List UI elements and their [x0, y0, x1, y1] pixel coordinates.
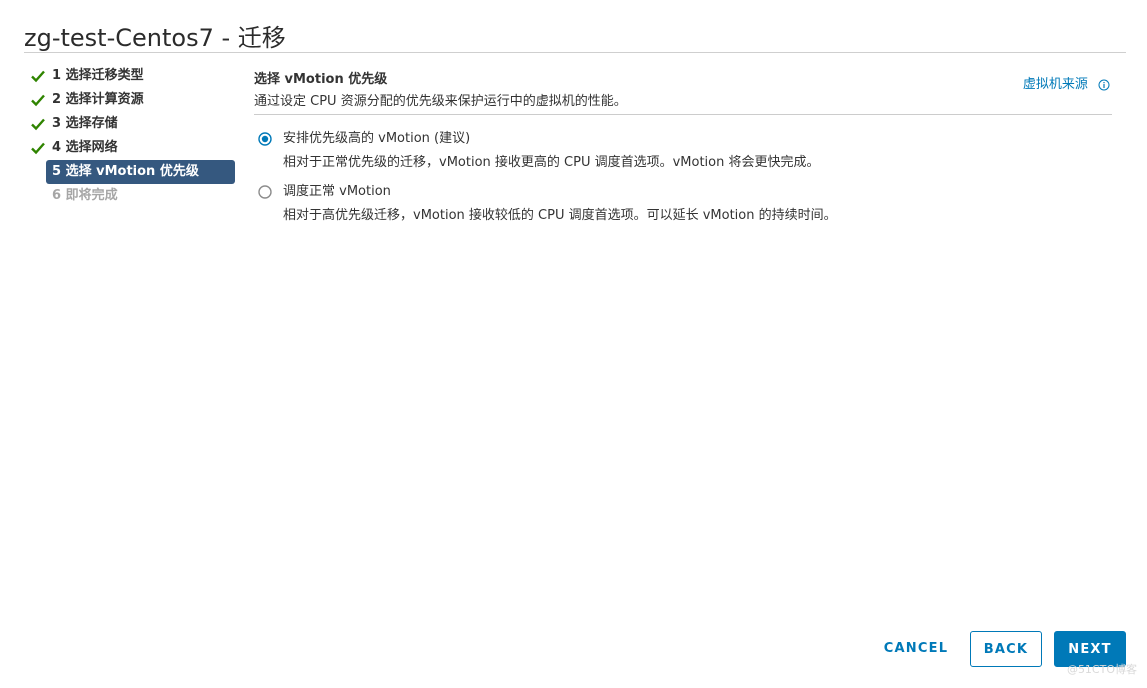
check-icon: [31, 118, 45, 131]
section-description: 通过设定 CPU 资源分配的优先级来保护运行中的虚拟机的性能。: [254, 94, 627, 109]
option-label[interactable]: 调度正常 vMotion: [283, 183, 391, 201]
step-label: 4 选择网络: [52, 140, 118, 155]
step-label: 6 即将完成: [52, 188, 118, 203]
option-label[interactable]: 安排优先级高的 vMotion (建议): [283, 130, 470, 148]
step-label: 2 选择计算资源: [52, 92, 144, 107]
section-title: 选择 vMotion 优先级: [254, 72, 388, 87]
step-label: 5 选择 vMotion 优先级: [52, 164, 199, 179]
dialog-title: zg-test-Centos7 - 迁移: [24, 24, 286, 52]
check-icon: [31, 70, 45, 83]
cancel-button[interactable]: CANCEL: [876, 631, 956, 667]
step-label: 3 选择存储: [52, 116, 118, 131]
check-icon: [31, 142, 45, 155]
vm-origin-label: 虚拟机来源: [1022, 77, 1088, 92]
option-description: 相对于高优先级迁移，vMotion 接收较低的 CPU 调度首选项。可以延长 v…: [283, 208, 837, 223]
title-divider: [24, 52, 1126, 53]
option-description: 相对于正常优先级的迁移，vMotion 接收更高的 CPU 调度首选项。vMot…: [283, 155, 820, 170]
migrate-dialog: zg-test-Centos7 - 迁移 1 选择迁移类型 2 选择计算资源 3…: [0, 0, 1147, 688]
step-ready-to-complete: 6 即将完成: [28, 184, 238, 208]
watermark: @51CTO博客: [1066, 663, 1137, 676]
vm-origin-link[interactable]: 虚拟机来源: [1023, 73, 1110, 92]
back-button[interactable]: BACK: [970, 631, 1042, 667]
step-select-compute-resource[interactable]: 2 选择计算资源: [28, 88, 238, 112]
wizard-steps: 1 选择迁移类型 2 选择计算资源 3 选择存储 4 选择网络 5 选择 vMo…: [28, 64, 238, 208]
info-icon: [1098, 79, 1110, 90]
radio-unselected[interactable]: [258, 185, 272, 199]
content-divider: [254, 114, 1112, 115]
step-select-network[interactable]: 4 选择网络: [28, 136, 238, 160]
step-select-vmotion-priority[interactable]: 5 选择 vMotion 优先级: [46, 160, 235, 184]
step-select-migration-type[interactable]: 1 选择迁移类型: [28, 64, 238, 88]
step-select-storage[interactable]: 3 选择存储: [28, 112, 238, 136]
step-label: 1 选择迁移类型: [52, 68, 144, 83]
check-icon: [31, 94, 45, 107]
radio-selected[interactable]: [258, 132, 272, 146]
